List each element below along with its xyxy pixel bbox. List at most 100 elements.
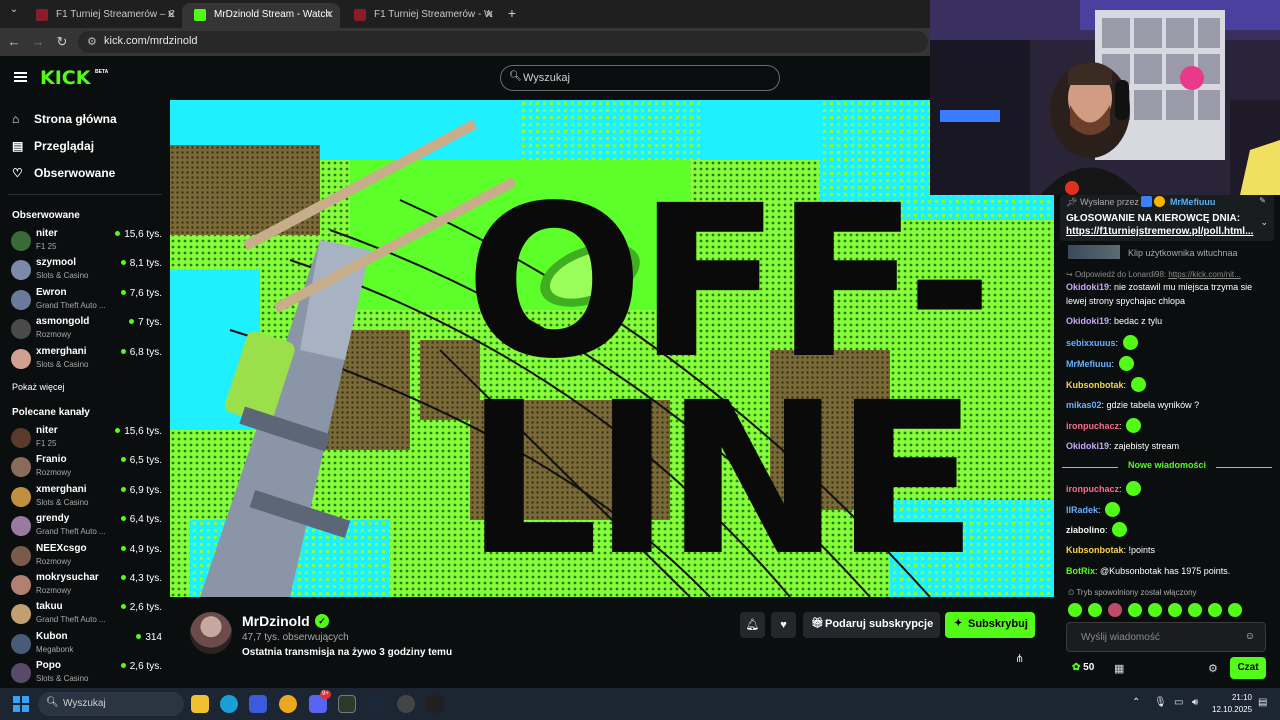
follow-button[interactable]: ♥: [771, 612, 796, 638]
menu-icon[interactable]: [14, 72, 27, 82]
kick-logo[interactable]: KICK: [40, 67, 90, 89]
emote-icon[interactable]: [1108, 603, 1122, 617]
follower-count: 47,7 tys. obserwujących: [242, 632, 349, 643]
chat-username[interactable]: llRadek: [1066, 505, 1098, 515]
pinned-message[interactable]: 📌︎ Wysłane przez MrMefiuuu ✎ GŁOSOWANIE …: [1060, 195, 1274, 241]
reply-context[interactable]: ↪ Odpowiedź do Lonardi98: https://kick.c…: [1066, 270, 1241, 279]
store-icon[interactable]: [249, 695, 267, 713]
channel-points[interactable]: ✿ 50: [1072, 662, 1094, 673]
send-chat-button[interactable]: Czat: [1230, 657, 1266, 679]
clock[interactable]: 21:10 12.10.2025: [1212, 692, 1252, 716]
sidebar-channel-item[interactable]: asmongold Rozmowy 7 tys.: [10, 315, 162, 344]
chat-username[interactable]: Okidoki19: [1066, 282, 1109, 292]
nav-home[interactable]: ⌂ Strona główna: [12, 112, 117, 126]
gift-icon[interactable]: ▦: [1114, 662, 1124, 675]
channel-name: asmongold: [36, 316, 90, 328]
sidebar-channel-item[interactable]: Ewron Grand Theft Auto ... 7,6 tys.: [10, 286, 162, 315]
chat-username[interactable]: BotRix: [1066, 566, 1095, 576]
notifications-icon[interactable]: ▤: [1258, 697, 1267, 708]
new-tab-button[interactable]: +: [504, 5, 520, 21]
chat-username[interactable]: mikas02: [1066, 400, 1102, 410]
clip-card[interactable]: Klip użytkownika wituchnaa: [1068, 243, 1272, 261]
discord-icon[interactable]: 9+: [309, 690, 331, 713]
sidebar-channel-item[interactable]: mokrysuchar Rozmowy 4,3 tys.: [10, 571, 162, 600]
emote-icon[interactable]: [1188, 603, 1202, 617]
channel-avatar[interactable]: [190, 612, 232, 654]
chat-username[interactable]: Kubsonbotak: [1066, 545, 1124, 555]
sidebar-channel-item[interactable]: NEEXcsgo Rozmowy 4,9 tys.: [10, 542, 162, 571]
close-tab-icon[interactable]: ✕: [325, 8, 334, 21]
browser-tab-1[interactable]: F1 Turniej Streamerów – Głoso ✕: [24, 3, 182, 28]
sidebar-channel-item[interactable]: Franio Rozmowy 6,5 tys.: [10, 453, 162, 482]
chat-username[interactable]: ziabolino: [1066, 525, 1105, 535]
site-info-icon[interactable]: ⚙: [87, 35, 97, 48]
chat-username[interactable]: ironpuchacz: [1066, 421, 1119, 431]
url-field[interactable]: ⚙ kick.com/mrdzinold: [78, 31, 928, 53]
notification-bell-button[interactable]: 🔔︎: [740, 612, 765, 638]
nav-browse[interactable]: ▤ Przeglądaj: [12, 139, 94, 153]
xbox-icon[interactable]: [338, 695, 356, 713]
emote-icon[interactable]: [1128, 603, 1142, 617]
chat-username[interactable]: MrMefiuuu: [1066, 359, 1112, 369]
edge-icon[interactable]: [220, 695, 238, 713]
emoji-icon[interactable]: ☺: [1245, 631, 1255, 642]
pinned-link[interactable]: https://f1turniejstremerow.pl/poll.html.…: [1066, 226, 1253, 237]
reload-icon[interactable]: ↻: [54, 34, 70, 50]
pinned-by-user[interactable]: MrMefiuuu: [1170, 197, 1216, 207]
file-explorer-icon[interactable]: [191, 695, 209, 713]
tray-chevron-up-icon[interactable]: ⌃: [1132, 697, 1140, 708]
emote-icon[interactable]: [1088, 603, 1102, 617]
forward-icon[interactable]: →: [30, 34, 46, 49]
channel-name[interactable]: MrDzinold: [242, 613, 310, 629]
tab-search-icon[interactable]: ⌄: [6, 4, 22, 15]
show-more-link[interactable]: Pokaż więcej: [12, 382, 65, 392]
subscribe-button[interactable]: ✦ Subskrybuj: [945, 612, 1035, 638]
chat-input[interactable]: Wyślij wiadomość ☺: [1066, 622, 1266, 652]
obs-icon[interactable]: [397, 695, 415, 713]
home-icon: ⌂: [12, 112, 20, 126]
share-icon[interactable]: ⋔: [1015, 652, 1024, 665]
gift-subs-button[interactable]: 🎁︎ Podaruj subskrypcje: [803, 612, 940, 638]
app-icon[interactable]: [426, 695, 444, 713]
sidebar-channel-item[interactable]: szymool Slots & Casino 8,1 tys.: [10, 256, 162, 285]
emote-icon[interactable]: [1168, 603, 1182, 617]
sidebar-channel-item[interactable]: niter F1 25 15,6 tys.: [10, 424, 162, 453]
close-tab-icon[interactable]: ✕: [485, 8, 494, 21]
sidebar-channel-item[interactable]: xmerghani Slots & Casino 6,8 tys.: [10, 345, 162, 374]
chrome-icon[interactable]: [279, 695, 297, 713]
emote-icon[interactable]: [1148, 603, 1162, 617]
browser-tab-3[interactable]: F1 Turniej Streamerów - Walka ✕: [342, 3, 500, 28]
unpin-icon[interactable]: ✎: [1259, 196, 1266, 205]
reply-link[interactable]: https://kick.com/nit...: [1168, 270, 1240, 279]
chat-username[interactable]: Kubsonbotak: [1066, 380, 1124, 390]
back-icon[interactable]: ←: [6, 34, 22, 49]
sidebar-channel-item[interactable]: xmerghani Slots & Casino 6,9 tys.: [10, 483, 162, 512]
sidebar-channel-item[interactable]: takuu Grand Theft Auto ... 2,6 tys.: [10, 600, 162, 629]
chat-settings-icon[interactable]: ⚙: [1208, 662, 1218, 675]
viewer-count: 6,9 tys.: [120, 485, 162, 496]
chat-username[interactable]: ironpuchacz: [1066, 484, 1119, 494]
channel-name: xmerghani: [36, 483, 87, 495]
windows-start-icon[interactable]: [13, 696, 29, 712]
chat-username[interactable]: sebixxuuus: [1066, 338, 1116, 348]
close-tab-icon[interactable]: ✕: [167, 8, 176, 21]
microphone-icon[interactable]: 🎙︎: [1154, 697, 1167, 708]
emote-icon[interactable]: [1228, 603, 1242, 617]
sidebar-channel-item[interactable]: Popo Slots & Casino 2,6 tys.: [10, 659, 162, 688]
emote-icon[interactable]: [1208, 603, 1222, 617]
sidebar-channel-item[interactable]: grendy Grand Theft Auto ... 6,4 tys.: [10, 512, 162, 541]
chat-username[interactable]: Okidoki19: [1066, 316, 1109, 326]
browser-tab-2[interactable]: MrDzinold Stream - Watch Live ✕: [182, 3, 340, 28]
sidebar-channel-item[interactable]: niter F1 25 15,6 tys.: [10, 227, 162, 256]
chat-username[interactable]: Okidoki19: [1066, 441, 1109, 451]
nav-following[interactable]: ♡ Obserwowane: [12, 166, 115, 180]
chevron-down-icon[interactable]: ⌄: [1260, 217, 1268, 228]
emote-icon[interactable]: [1068, 603, 1082, 617]
search-input[interactable]: 🔍︎ Wyszukaj: [500, 65, 780, 91]
taskbar-search[interactable]: 🔍︎ Wyszukaj: [38, 692, 184, 716]
video-player[interactable]: OFF- LINE: [170, 100, 1054, 597]
volume-icon[interactable]: 🔊︎: [1192, 697, 1198, 708]
steam-icon[interactable]: [367, 695, 385, 713]
network-icon[interactable]: ▭: [1174, 697, 1183, 708]
sidebar-channel-item[interactable]: Kubon Megabonk 314: [10, 630, 162, 659]
